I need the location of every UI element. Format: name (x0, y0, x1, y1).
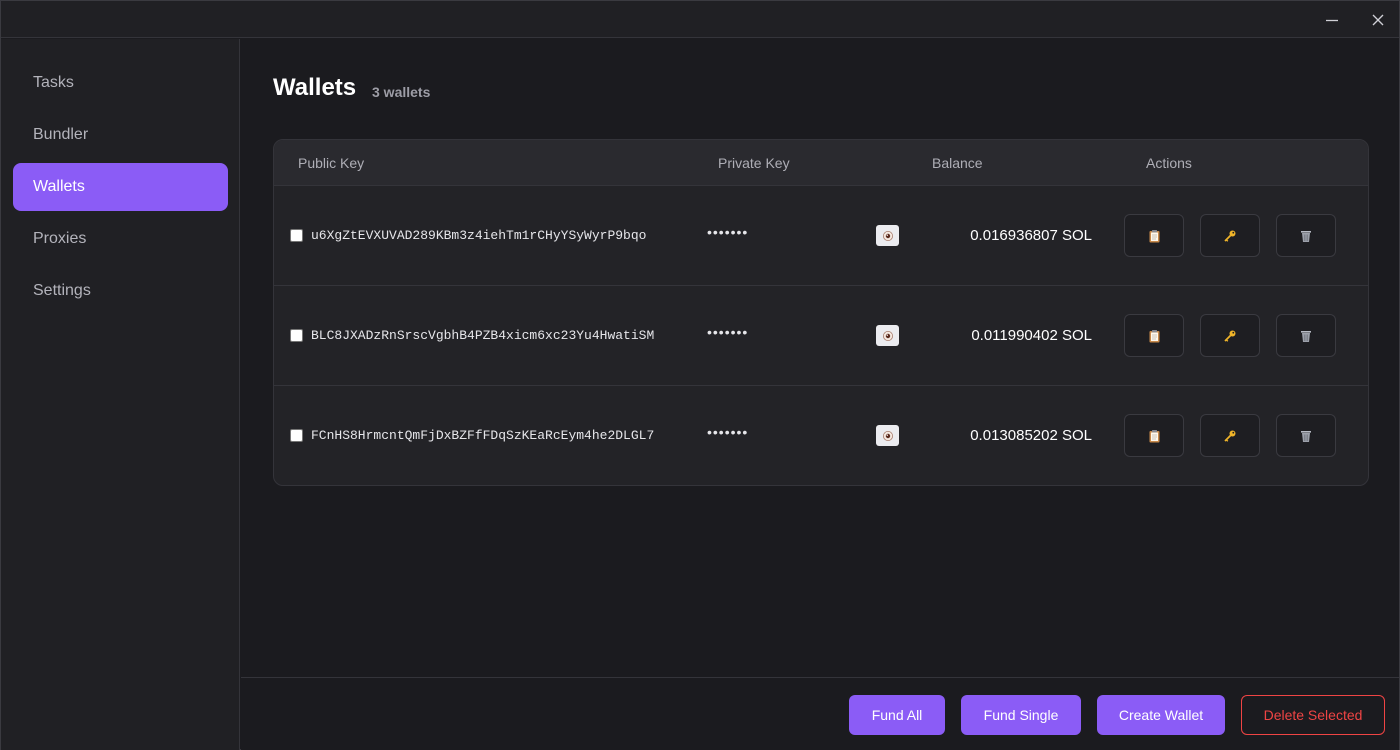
public-key: BLC8JXADzRnSrscVgbhB4PZB4xicm6xc23Yu4Hwa… (311, 328, 655, 343)
fund-single-button[interactable]: Fund Single (961, 695, 1081, 735)
delete-button[interactable] (1276, 214, 1336, 257)
wallets-table: Public Key Private Key Balance Actions u… (273, 139, 1369, 486)
delete-selected-button[interactable]: Delete Selected (1241, 695, 1385, 735)
close-icon (1372, 14, 1384, 26)
close-button[interactable] (1363, 6, 1393, 34)
eye-icon (882, 330, 893, 341)
key-button[interactable] (1200, 214, 1260, 257)
copy-button[interactable] (1124, 314, 1184, 357)
key-icon (1224, 330, 1236, 342)
sidebar-item-label: Settings (33, 282, 91, 299)
page-title: Wallets (273, 74, 357, 101)
clipboard-icon (1149, 329, 1159, 342)
header-balance: Balance (932, 155, 983, 171)
sidebar-item-bundler[interactable]: Bundler (13, 111, 228, 159)
fund-all-button[interactable]: Fund All (849, 695, 945, 735)
sidebar-item-settings[interactable]: Settings (13, 267, 228, 315)
copy-button[interactable] (1124, 214, 1184, 257)
minimize-icon (1326, 19, 1338, 22)
sidebar-item-label: Proxies (33, 230, 87, 247)
key-button[interactable] (1200, 414, 1260, 457)
clipboard-icon (1149, 229, 1159, 242)
clipboard-icon (1149, 429, 1159, 442)
trash-icon (1301, 430, 1311, 442)
table-header: Public Key Private Key Balance Actions (274, 140, 1368, 186)
minimize-button[interactable] (1317, 6, 1347, 34)
row-checkbox[interactable] (290, 329, 303, 342)
header-private-key: Private Key (718, 155, 790, 171)
table-row: u6XgZtEVXUVAD289KBm3z4iehTm1rCHyYSyWyrP9… (274, 185, 1368, 285)
eye-icon (882, 230, 893, 241)
key-button[interactable] (1200, 314, 1260, 357)
main-content: Wallets 3 wallets Public Key Private Key… (241, 39, 1399, 677)
key-icon (1224, 430, 1236, 442)
sidebar-item-label: Tasks (33, 74, 74, 91)
delete-button[interactable] (1276, 314, 1336, 357)
sidebar-item-label: Bundler (33, 126, 89, 143)
balance: 0.016936807 SOL (970, 227, 1092, 244)
app-window: Tasks Bundler Wallets Proxies Settings W… (0, 0, 1400, 750)
wallet-count: 3 wallets (372, 84, 431, 100)
key-icon (1224, 230, 1236, 242)
title-bar (1, 1, 1399, 38)
private-key-masked: ••••••• (707, 424, 749, 440)
table-row: FCnHS8HrmcntQmFjDxBZFfFDqSzKEaRcEym4he2D… (274, 385, 1368, 485)
sidebar-item-tasks[interactable]: Tasks (13, 59, 228, 107)
balance: 0.013085202 SOL (970, 427, 1092, 444)
eye-icon (882, 430, 893, 441)
trash-icon (1301, 330, 1311, 342)
reveal-key-button[interactable] (876, 325, 899, 346)
create-wallet-button[interactable]: Create Wallet (1097, 695, 1225, 735)
reveal-key-button[interactable] (876, 425, 899, 446)
row-checkbox[interactable] (290, 229, 303, 242)
sidebar-item-proxies[interactable]: Proxies (13, 215, 228, 263)
table-row: BLC8JXADzRnSrscVgbhB4PZB4xicm6xc23Yu4Hwa… (274, 285, 1368, 385)
row-checkbox[interactable] (290, 429, 303, 442)
public-key: FCnHS8HrmcntQmFjDxBZFfFDqSzKEaRcEym4he2D… (311, 428, 655, 443)
balance: 0.011990402 SOL (971, 327, 1092, 344)
private-key-masked: ••••••• (707, 224, 749, 240)
sidebar: Tasks Bundler Wallets Proxies Settings (1, 39, 240, 750)
copy-button[interactable] (1124, 414, 1184, 457)
sidebar-item-label: Wallets (33, 178, 85, 195)
trash-icon (1301, 230, 1311, 242)
reveal-key-button[interactable] (876, 225, 899, 246)
sidebar-item-wallets[interactable]: Wallets (13, 163, 228, 211)
public-key: u6XgZtEVXUVAD289KBm3z4iehTm1rCHyYSyWyrP9… (311, 228, 647, 243)
private-key-masked: ••••••• (707, 324, 749, 340)
header-actions: Actions (1146, 155, 1192, 171)
header-public-key: Public Key (298, 155, 365, 171)
delete-button[interactable] (1276, 414, 1336, 457)
action-footer: Fund All Fund Single Create Wallet Delet… (241, 677, 1399, 750)
